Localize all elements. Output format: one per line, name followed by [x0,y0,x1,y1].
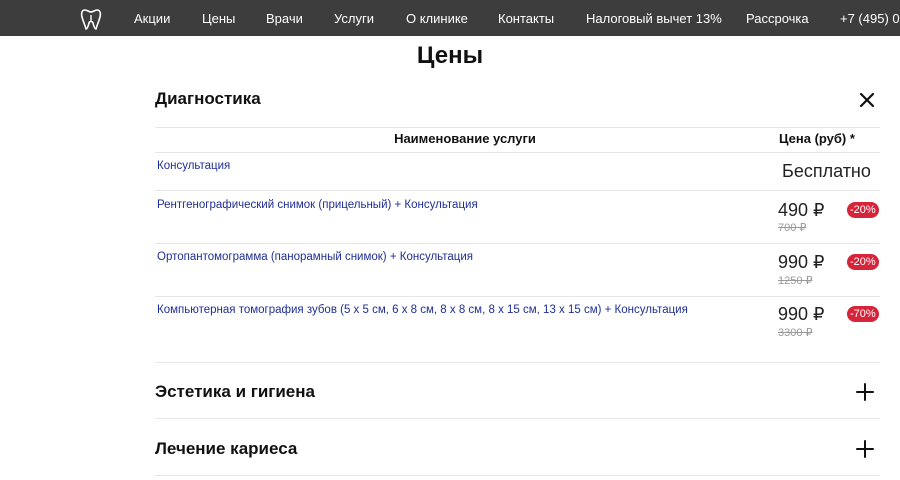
page-title: Цены [416,42,484,69]
discount-badge: -20% [847,202,879,218]
nav-item-doctors[interactable]: Врачи [266,0,303,36]
plus-icon[interactable] [856,383,874,401]
nav-item-tax-deduction[interactable]: Налоговый вычет 13% [586,0,722,36]
table-row-service-name[interactable]: Рентгенографический снимок (прицельный) … [157,199,478,211]
table-row-price: Бесплатно [782,161,871,181]
table-row-old-price: 3300 ₽ [778,327,813,339]
close-icon[interactable] [858,91,876,109]
nav-item-installment[interactable]: Рассрочка [746,0,809,36]
section-divider [155,418,880,419]
discount-badge: -70% [847,306,879,322]
nav-item-prices[interactable]: Цены [202,0,235,36]
table-row-service-name[interactable]: Ортопантомограмма (панорамный снимок) + … [157,251,473,263]
table-row-service-name[interactable]: Компьютерная томография зубов (5 х 5 см,… [157,304,688,316]
row-divider [155,243,880,244]
top-navbar: Акции Цены Врачи Услуги О клинике Контак… [0,0,900,36]
nav-item-contacts[interactable]: Контакты [498,0,554,36]
table-row-price: 990 ₽ [778,304,825,324]
table-row-price: 990 ₽ [778,252,825,272]
plus-icon[interactable] [856,440,874,458]
tooth-logo-icon[interactable] [80,7,102,31]
table-header-divider [155,152,880,153]
section-divider [155,475,880,476]
table-row-service-name[interactable]: Консультация [157,160,230,172]
row-divider [155,190,880,191]
nav-phone-link[interactable]: +7 (495) 0 [840,0,900,36]
section-title-aesthetics[interactable]: Эстетика и гигиена [155,382,315,402]
table-row-old-price: 1250 ₽ [778,275,813,287]
nav-item-promotions[interactable]: Акции [134,0,170,36]
nav-item-services[interactable]: Услуги [334,0,374,36]
section-divider [155,362,880,363]
discount-badge: -20% [847,254,879,270]
table-header-price: Цена (руб) * [779,131,855,146]
table-top-divider [155,127,880,128]
table-row-old-price: 700 ₽ [778,222,807,234]
section-title-diagnostics[interactable]: Диагностика [155,89,261,109]
row-divider [155,296,880,297]
table-header-service-name: Наименование услуги [394,131,536,146]
table-row-price: 490 ₽ [778,200,825,220]
nav-item-about[interactable]: О клинике [406,0,468,36]
section-title-caries-treatment[interactable]: Лечение кариеса [155,439,297,459]
